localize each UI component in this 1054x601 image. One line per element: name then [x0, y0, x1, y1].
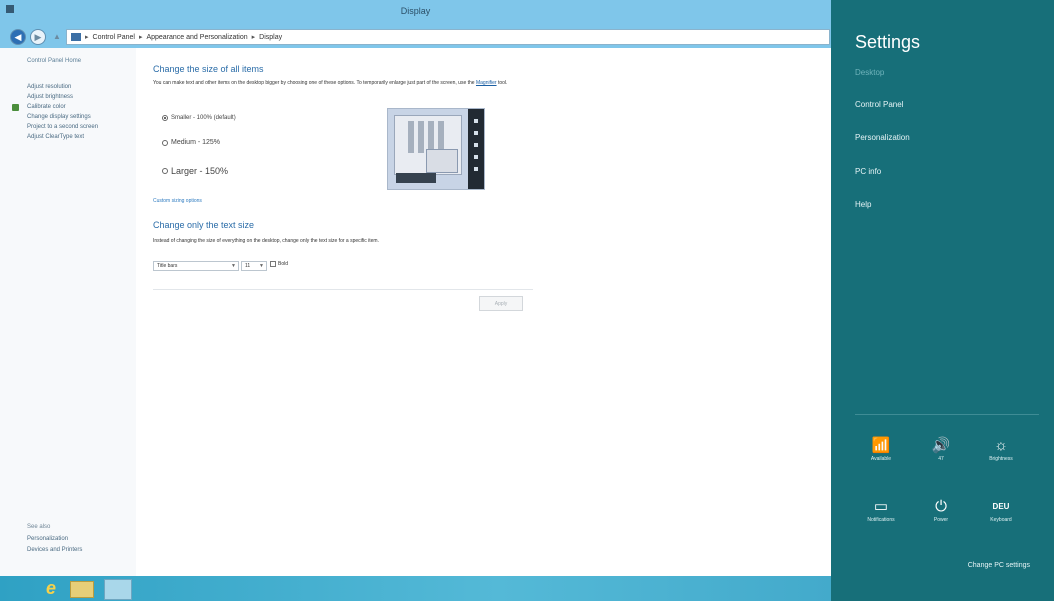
power-icon: ⏻ — [935, 498, 947, 515]
internet-explorer-icon[interactable]: e — [38, 578, 64, 599]
font-size-select[interactable]: 11 ▼ — [241, 261, 267, 271]
chevron-down-icon: ▼ — [231, 263, 236, 269]
breadcrumb-appearance[interactable]: Appearance and Personalization — [146, 34, 247, 41]
chevron-down-icon: ▼ — [259, 263, 264, 269]
radio-smaller-label: Smaller - 100% (default) — [171, 115, 236, 121]
size-heading: Change the size of all items — [153, 64, 264, 74]
shield-icon — [12, 104, 19, 111]
preview-charms — [468, 109, 484, 189]
bold-checkbox[interactable]: Bold — [270, 261, 288, 267]
power-label: Power — [933, 517, 949, 523]
calibrate-color-link[interactable]: Calibrate color — [27, 104, 66, 110]
taskbar: e — [0, 576, 831, 601]
navigation-bar: ◀ ▶ ▲ ▸ Control Panel ▸ Appearance and P… — [0, 24, 831, 48]
bold-label: Bold — [278, 261, 289, 267]
charm-divider — [855, 414, 1039, 415]
notifications-tile[interactable]: ▭ Notifications — [857, 497, 905, 523]
window-title: Display — [400, 6, 431, 16]
settings-title: Settings — [855, 32, 921, 52]
see-also-heading: See also — [27, 524, 51, 530]
devices-printers-link[interactable]: Devices and Printers — [27, 547, 82, 553]
project-second-screen-link[interactable]: Project to a second screen — [27, 124, 98, 130]
breadcrumb-separator: ▸ — [85, 34, 89, 41]
breadcrumb-separator: ▸ — [138, 34, 143, 41]
notifications-icon: ▭ — [873, 498, 889, 515]
back-button[interactable]: ◀ — [10, 29, 26, 45]
file-explorer-icon[interactable] — [70, 581, 94, 598]
up-button[interactable]: ▲ — [52, 31, 62, 41]
network-icon: 📶 — [871, 437, 891, 454]
charm-link-personalization[interactable]: Personalization — [855, 133, 910, 142]
text-size-heading: Change only the text size — [153, 220, 255, 230]
left-navigation: Control Panel Home Adjust resolution Adj… — [0, 48, 136, 576]
divider — [153, 289, 533, 290]
breadcrumb-separator: ▸ — [251, 34, 256, 41]
change-display-settings-link[interactable]: Change display settings — [27, 114, 91, 120]
adjust-resolution-link[interactable]: Adjust resolution — [27, 84, 71, 90]
title-bar[interactable]: Display — [0, 0, 831, 24]
scaling-preview-image — [387, 108, 485, 190]
checkbox[interactable] — [270, 261, 276, 267]
size-description: You can make text and other items on the… — [153, 80, 533, 87]
adjust-cleartype-link[interactable]: Adjust ClearType text — [27, 134, 84, 140]
volume-icon: 🔊 — [931, 437, 951, 454]
adjust-brightness-link[interactable]: Adjust brightness — [27, 94, 73, 100]
magnifier-link[interactable]: Magnifier — [476, 80, 497, 86]
radio-button[interactable] — [162, 168, 168, 174]
apply-button[interactable]: Apply — [479, 296, 523, 311]
radio-smaller[interactable]: Smaller - 100% (default) — [162, 115, 236, 121]
item-select-value: Title bars — [157, 263, 178, 269]
description-text: You can make text and other items on the… — [153, 80, 475, 86]
preview-taskbar — [396, 173, 436, 183]
text-size-description: Instead of changing the size of everythi… — [153, 238, 379, 244]
charm-link-pc-info[interactable]: PC info — [855, 167, 881, 176]
change-pc-settings-link[interactable]: Change PC settings — [968, 562, 1030, 569]
network-tile[interactable]: 📶 Available — [857, 436, 905, 462]
display-settings-content: Change the size of all items You can mak… — [136, 48, 831, 576]
breadcrumb-display[interactable]: Display — [259, 34, 282, 41]
charm-link-desktop: Desktop — [855, 68, 885, 77]
radio-larger[interactable]: Larger - 150% — [162, 166, 228, 176]
custom-sizing-link[interactable]: Custom sizing options — [153, 198, 202, 204]
control-panel-taskbar-icon[interactable] — [104, 579, 132, 600]
item-select[interactable]: Title bars ▼ — [153, 261, 239, 271]
brightness-label: Brightness — [989, 456, 1013, 462]
radio-button-selected[interactable] — [162, 115, 168, 121]
address-bar[interactable]: ▸ Control Panel ▸ Appearance and Persona… — [66, 29, 830, 45]
breadcrumb-control-panel[interactable]: Control Panel — [93, 34, 135, 41]
settings-charm-panel: Settings Desktop Control Panel Personali… — [831, 0, 1054, 601]
keyboard-icon: DEU — [992, 502, 1010, 511]
description-end: tool. — [497, 80, 508, 86]
brightness-tile[interactable]: ☼ Brightness — [977, 436, 1025, 462]
radio-button[interactable] — [162, 139, 168, 146]
volume-label: 47 — [938, 456, 944, 462]
volume-tile[interactable]: 🔊 47 — [917, 436, 965, 462]
control-panel-icon — [71, 33, 81, 41]
font-size-value: 11 — [245, 263, 251, 269]
preview-small-window — [426, 149, 458, 173]
radio-medium[interactable]: Medium - 125% — [162, 139, 220, 146]
network-label: Available — [870, 456, 892, 462]
forward-button[interactable]: ▶ — [30, 29, 46, 45]
charm-link-help[interactable]: Help — [855, 200, 871, 209]
keyboard-tile[interactable]: DEU Keyboard — [977, 497, 1025, 523]
brightness-icon: ☼ — [994, 437, 1008, 454]
radio-medium-label: Medium - 125% — [171, 139, 221, 146]
power-tile[interactable]: ⏻ Power — [917, 497, 965, 523]
desktop-window: Display ◀ ▶ ▲ ▸ Control Panel ▸ Appearan… — [0, 0, 831, 601]
charm-link-control-panel[interactable]: Control Panel — [855, 100, 903, 109]
personalization-link[interactable]: Personalization — [27, 536, 68, 542]
notifications-label: Notifications — [867, 517, 895, 523]
keyboard-label: Keyboard — [990, 517, 1012, 523]
control-panel-home-link[interactable]: Control Panel Home — [27, 58, 81, 64]
radio-larger-label: Larger - 150% — [171, 166, 229, 176]
